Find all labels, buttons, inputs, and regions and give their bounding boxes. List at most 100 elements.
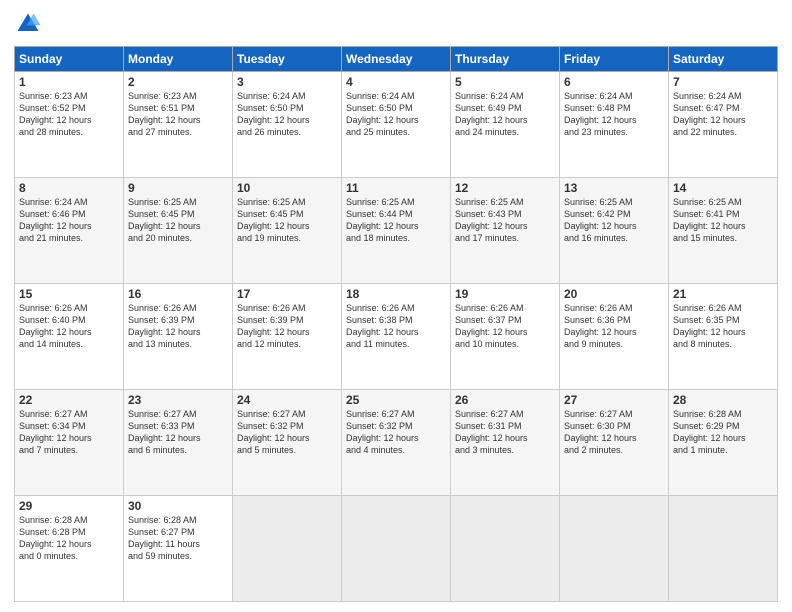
day-header-thursday: Thursday [451,47,560,72]
day-number: 8 [19,181,119,195]
calendar-cell: 22Sunrise: 6:27 AMSunset: 6:34 PMDayligh… [15,390,124,496]
day-number: 19 [455,287,555,301]
day-info: Sunrise: 6:24 AMSunset: 6:50 PMDaylight:… [237,90,337,139]
calendar-header-row: SundayMondayTuesdayWednesdayThursdayFrid… [15,47,778,72]
calendar-cell [669,496,778,602]
calendar-cell: 7Sunrise: 6:24 AMSunset: 6:47 PMDaylight… [669,72,778,178]
day-info: Sunrise: 6:25 AMSunset: 6:42 PMDaylight:… [564,196,664,245]
calendar-cell: 1Sunrise: 6:23 AMSunset: 6:52 PMDaylight… [15,72,124,178]
day-header-friday: Friday [560,47,669,72]
header [14,10,778,38]
day-number: 9 [128,181,228,195]
calendar-cell: 8Sunrise: 6:24 AMSunset: 6:46 PMDaylight… [15,178,124,284]
day-info: Sunrise: 6:27 AMSunset: 6:33 PMDaylight:… [128,408,228,457]
day-number: 22 [19,393,119,407]
day-info: Sunrise: 6:25 AMSunset: 6:43 PMDaylight:… [455,196,555,245]
day-header-wednesday: Wednesday [342,47,451,72]
calendar-cell: 3Sunrise: 6:24 AMSunset: 6:50 PMDaylight… [233,72,342,178]
day-number: 27 [564,393,664,407]
day-info: Sunrise: 6:28 AMSunset: 6:28 PMDaylight:… [19,514,119,563]
day-info: Sunrise: 6:26 AMSunset: 6:39 PMDaylight:… [237,302,337,351]
calendar-cell: 9Sunrise: 6:25 AMSunset: 6:45 PMDaylight… [124,178,233,284]
logo [14,10,44,38]
day-info: Sunrise: 6:26 AMSunset: 6:38 PMDaylight:… [346,302,446,351]
logo-icon [14,10,42,38]
calendar-week-row: 29Sunrise: 6:28 AMSunset: 6:28 PMDayligh… [15,496,778,602]
calendar-week-row: 1Sunrise: 6:23 AMSunset: 6:52 PMDaylight… [15,72,778,178]
calendar-cell: 11Sunrise: 6:25 AMSunset: 6:44 PMDayligh… [342,178,451,284]
calendar-cell: 2Sunrise: 6:23 AMSunset: 6:51 PMDaylight… [124,72,233,178]
calendar-cell: 23Sunrise: 6:27 AMSunset: 6:33 PMDayligh… [124,390,233,496]
calendar-week-row: 15Sunrise: 6:26 AMSunset: 6:40 PMDayligh… [15,284,778,390]
calendar-cell: 17Sunrise: 6:26 AMSunset: 6:39 PMDayligh… [233,284,342,390]
day-number: 20 [564,287,664,301]
calendar-cell: 5Sunrise: 6:24 AMSunset: 6:49 PMDaylight… [451,72,560,178]
day-number: 29 [19,499,119,513]
calendar-cell: 13Sunrise: 6:25 AMSunset: 6:42 PMDayligh… [560,178,669,284]
calendar-cell: 27Sunrise: 6:27 AMSunset: 6:30 PMDayligh… [560,390,669,496]
calendar-week-row: 22Sunrise: 6:27 AMSunset: 6:34 PMDayligh… [15,390,778,496]
day-info: Sunrise: 6:27 AMSunset: 6:31 PMDaylight:… [455,408,555,457]
calendar-week-row: 8Sunrise: 6:24 AMSunset: 6:46 PMDaylight… [15,178,778,284]
day-number: 3 [237,75,337,89]
calendar-cell [451,496,560,602]
day-info: Sunrise: 6:26 AMSunset: 6:37 PMDaylight:… [455,302,555,351]
day-info: Sunrise: 6:25 AMSunset: 6:41 PMDaylight:… [673,196,773,245]
day-number: 11 [346,181,446,195]
day-number: 18 [346,287,446,301]
day-info: Sunrise: 6:26 AMSunset: 6:40 PMDaylight:… [19,302,119,351]
day-info: Sunrise: 6:24 AMSunset: 6:47 PMDaylight:… [673,90,773,139]
day-info: Sunrise: 6:25 AMSunset: 6:44 PMDaylight:… [346,196,446,245]
calendar-cell [342,496,451,602]
day-info: Sunrise: 6:26 AMSunset: 6:36 PMDaylight:… [564,302,664,351]
calendar-cell: 25Sunrise: 6:27 AMSunset: 6:32 PMDayligh… [342,390,451,496]
page: SundayMondayTuesdayWednesdayThursdayFrid… [0,0,792,612]
calendar-cell: 26Sunrise: 6:27 AMSunset: 6:31 PMDayligh… [451,390,560,496]
day-number: 4 [346,75,446,89]
day-number: 7 [673,75,773,89]
day-header-monday: Monday [124,47,233,72]
calendar-cell: 28Sunrise: 6:28 AMSunset: 6:29 PMDayligh… [669,390,778,496]
day-number: 10 [237,181,337,195]
day-number: 26 [455,393,555,407]
day-number: 12 [455,181,555,195]
day-number: 5 [455,75,555,89]
day-info: Sunrise: 6:23 AMSunset: 6:51 PMDaylight:… [128,90,228,139]
day-info: Sunrise: 6:25 AMSunset: 6:45 PMDaylight:… [128,196,228,245]
calendar-cell: 18Sunrise: 6:26 AMSunset: 6:38 PMDayligh… [342,284,451,390]
day-info: Sunrise: 6:24 AMSunset: 6:50 PMDaylight:… [346,90,446,139]
calendar-cell: 20Sunrise: 6:26 AMSunset: 6:36 PMDayligh… [560,284,669,390]
day-number: 24 [237,393,337,407]
day-number: 17 [237,287,337,301]
calendar-cell: 10Sunrise: 6:25 AMSunset: 6:45 PMDayligh… [233,178,342,284]
day-info: Sunrise: 6:27 AMSunset: 6:30 PMDaylight:… [564,408,664,457]
day-number: 13 [564,181,664,195]
calendar-cell [560,496,669,602]
calendar-cell: 4Sunrise: 6:24 AMSunset: 6:50 PMDaylight… [342,72,451,178]
calendar-cell: 12Sunrise: 6:25 AMSunset: 6:43 PMDayligh… [451,178,560,284]
day-number: 23 [128,393,228,407]
day-number: 30 [128,499,228,513]
day-number: 14 [673,181,773,195]
day-number: 25 [346,393,446,407]
calendar-cell: 30Sunrise: 6:28 AMSunset: 6:27 PMDayligh… [124,496,233,602]
day-number: 21 [673,287,773,301]
calendar-cell: 29Sunrise: 6:28 AMSunset: 6:28 PMDayligh… [15,496,124,602]
day-info: Sunrise: 6:25 AMSunset: 6:45 PMDaylight:… [237,196,337,245]
day-info: Sunrise: 6:27 AMSunset: 6:32 PMDaylight:… [237,408,337,457]
calendar-cell: 24Sunrise: 6:27 AMSunset: 6:32 PMDayligh… [233,390,342,496]
day-header-saturday: Saturday [669,47,778,72]
day-info: Sunrise: 6:28 AMSunset: 6:27 PMDaylight:… [128,514,228,563]
day-number: 16 [128,287,228,301]
day-header-tuesday: Tuesday [233,47,342,72]
day-number: 1 [19,75,119,89]
day-info: Sunrise: 6:24 AMSunset: 6:48 PMDaylight:… [564,90,664,139]
calendar-cell: 6Sunrise: 6:24 AMSunset: 6:48 PMDaylight… [560,72,669,178]
day-info: Sunrise: 6:28 AMSunset: 6:29 PMDaylight:… [673,408,773,457]
day-info: Sunrise: 6:27 AMSunset: 6:32 PMDaylight:… [346,408,446,457]
calendar-cell: 16Sunrise: 6:26 AMSunset: 6:39 PMDayligh… [124,284,233,390]
day-info: Sunrise: 6:24 AMSunset: 6:49 PMDaylight:… [455,90,555,139]
day-number: 15 [19,287,119,301]
day-info: Sunrise: 6:24 AMSunset: 6:46 PMDaylight:… [19,196,119,245]
calendar-cell: 19Sunrise: 6:26 AMSunset: 6:37 PMDayligh… [451,284,560,390]
